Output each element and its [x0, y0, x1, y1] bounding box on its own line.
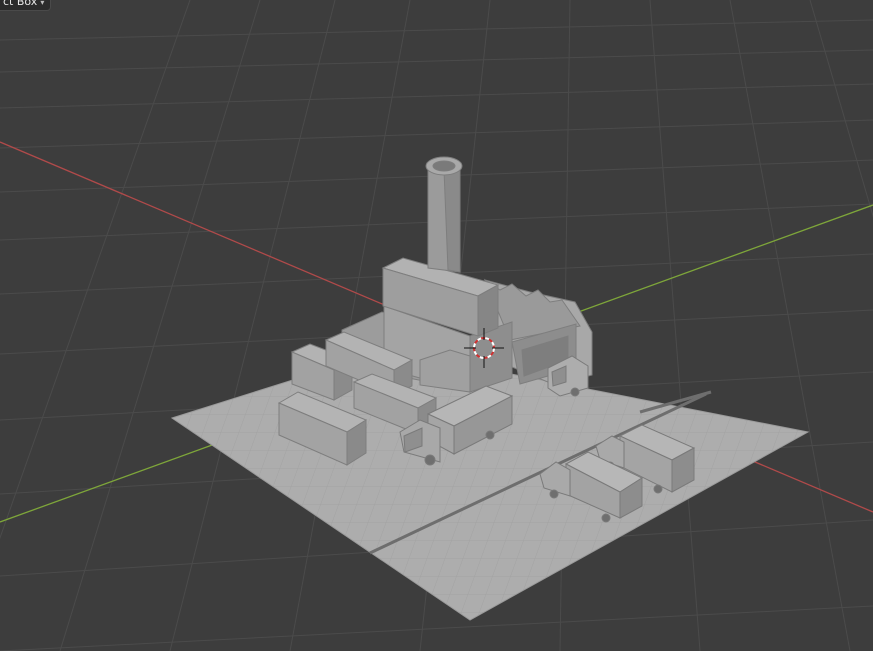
select-box-tool-label: ct Box — [3, 0, 38, 8]
select-box-tool-header[interactable]: ct Box ▾ — [0, 0, 52, 11]
chevron-down-icon: ▾ — [40, 0, 45, 7]
3d-viewport[interactable]: ct Box ▾ — [0, 0, 873, 651]
viewport-canvas[interactable] — [0, 0, 873, 651]
